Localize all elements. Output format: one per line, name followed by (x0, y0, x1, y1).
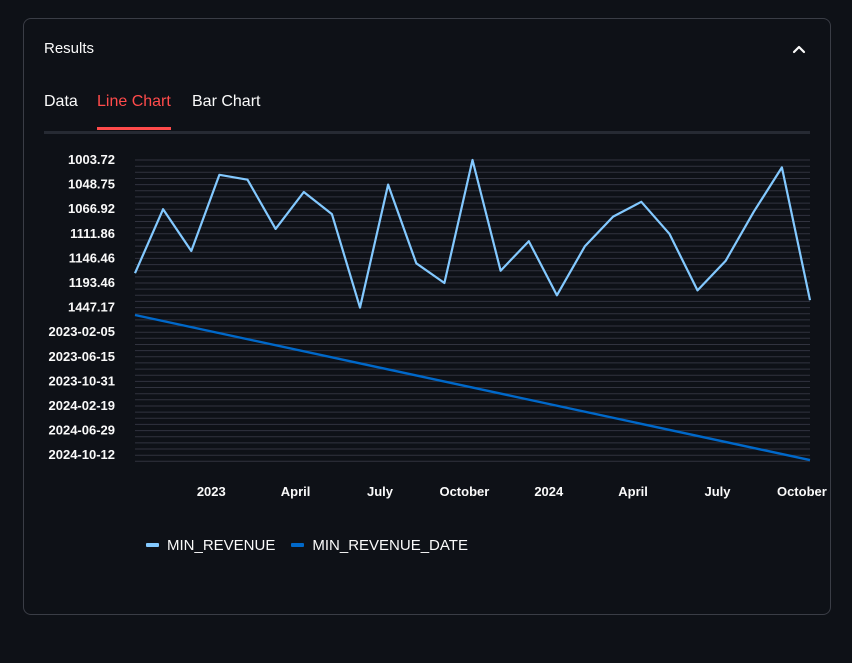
line-chart: 1003.72 1048.75 1066.92 1111.86 1146.46 1193.… (49, 152, 827, 499)
legend-item-min-revenue-date[interactable]: MIN_REVENUE_DATE (291, 537, 468, 554)
y-tick-label: 1111.86 (70, 226, 115, 241)
y-tick-label: 1048.75 (68, 177, 115, 192)
y-tick-label: 2023-06-15 (49, 349, 116, 364)
y-tick-label: 1003.72 (68, 152, 115, 167)
x-tick-label: October (439, 484, 489, 499)
x-tick-label: July (704, 484, 731, 499)
legend-label: MIN_REVENUE (167, 536, 276, 554)
chart-grid (135, 159, 810, 462)
y-tick-label: 1146.46 (69, 250, 115, 265)
chart-legend: MIN_REVENUE MIN_REVENUE_DATE (146, 535, 468, 555)
legend-item-min-revenue[interactable]: MIN_REVENUE (146, 537, 275, 554)
y-tick-label: 2024-10-12 (49, 447, 116, 462)
legend-swatch-icon (146, 543, 159, 547)
y-tick-label: 1193.46 (69, 275, 115, 290)
y-tick-label: 2023-02-05 (49, 324, 116, 339)
x-tick-label: April (618, 484, 648, 499)
y-tick-label: 2024-06-29 (49, 423, 116, 438)
y-tick-label: 1066.92 (68, 201, 115, 216)
legend-label: MIN_REVENUE_DATE (312, 536, 468, 554)
x-tick-label: July (367, 484, 394, 499)
y-tick-label: 1447.17 (68, 300, 115, 315)
x-tick-label: April (281, 484, 311, 499)
x-tick-label: 2023 (197, 484, 226, 499)
chart-series (133, 158, 812, 462)
y-tick-label: 2023-10-31 (49, 373, 116, 388)
legend-swatch-icon (291, 543, 305, 547)
y-tick-label: 2024-02-19 (49, 398, 116, 413)
y-axis-ticks: 1003.72 1048.75 1066.92 1111.86 1146.46 1193.… (49, 152, 116, 462)
x-tick-label: October (777, 484, 827, 499)
x-axis-ticks: 2023 April July October 2024 April July October (197, 484, 827, 499)
x-tick-label: 2024 (534, 484, 564, 499)
